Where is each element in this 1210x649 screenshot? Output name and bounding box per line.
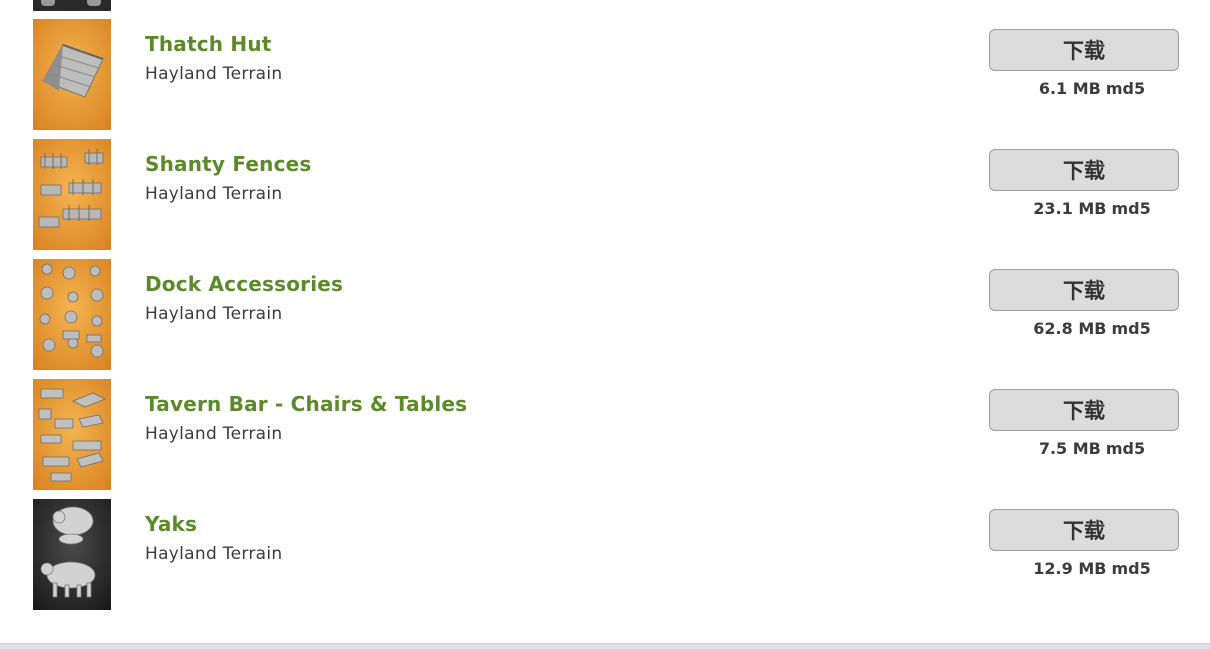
footer-divider [0, 643, 1210, 649]
item-subtitle: Hayland Terrain [145, 304, 283, 324]
item-subtitle: Hayland Terrain [145, 424, 283, 444]
md5-link[interactable]: md5 [1111, 319, 1150, 338]
file-info: 62.8 MB md5 [989, 319, 1195, 338]
list-item: Shanty Fences Hayland Terrain 下载 23.1 MB… [0, 139, 1210, 259]
download-button[interactable]: 下载 [989, 509, 1179, 551]
file-size: 62.8 MB [1033, 319, 1107, 338]
file-info: 7.5 MB md5 [989, 439, 1195, 458]
file-size: 6.1 MB [1038, 79, 1101, 98]
item-subtitle: Hayland Terrain [145, 184, 283, 204]
list-item: Dock Accessories Hayland Terrain 下载 62.8… [0, 259, 1210, 379]
md5-link[interactable]: md5 [1111, 559, 1150, 578]
md5-link[interactable]: md5 [1111, 199, 1150, 218]
list-item: Tavern Bar - Chairs & Tables Hayland Ter… [0, 379, 1210, 499]
md5-link[interactable]: md5 [1106, 79, 1145, 98]
download-list: Thatch Hut Hayland Terrain 下载 6.1 MB md5 [0, 0, 1210, 649]
item-title[interactable]: Shanty Fences [145, 152, 312, 176]
file-info: 12.9 MB md5 [989, 559, 1195, 578]
file-size: 12.9 MB [1033, 559, 1107, 578]
previous-item-thumbnail[interactable] [33, 0, 111, 11]
file-info: 23.1 MB md5 [989, 199, 1195, 218]
md5-link[interactable]: md5 [1106, 439, 1145, 458]
item-subtitle: Hayland Terrain [145, 64, 283, 84]
thumbnail-image[interactable] [33, 499, 111, 610]
file-info: 6.1 MB md5 [989, 79, 1195, 98]
download-button[interactable]: 下载 [989, 389, 1179, 431]
download-button[interactable]: 下载 [989, 29, 1179, 71]
download-button[interactable]: 下载 [989, 269, 1179, 311]
thumbnail-image[interactable] [33, 379, 111, 490]
thumbnail-image[interactable] [33, 259, 111, 370]
item-title[interactable]: Dock Accessories [145, 272, 343, 296]
file-size: 7.5 MB [1038, 439, 1101, 458]
thumbnail-image[interactable] [33, 19, 111, 130]
item-title[interactable]: Thatch Hut [145, 32, 272, 56]
thumbnail-image[interactable] [33, 139, 111, 250]
item-subtitle: Hayland Terrain [145, 544, 283, 564]
item-title[interactable]: Yaks [145, 512, 197, 536]
file-size: 23.1 MB [1033, 199, 1107, 218]
download-button[interactable]: 下载 [989, 149, 1179, 191]
item-title[interactable]: Tavern Bar - Chairs & Tables [145, 392, 467, 416]
list-item: Thatch Hut Hayland Terrain 下载 6.1 MB md5 [0, 19, 1210, 139]
list-item: Yaks Hayland Terrain 下载 12.9 MB md5 [0, 499, 1210, 619]
